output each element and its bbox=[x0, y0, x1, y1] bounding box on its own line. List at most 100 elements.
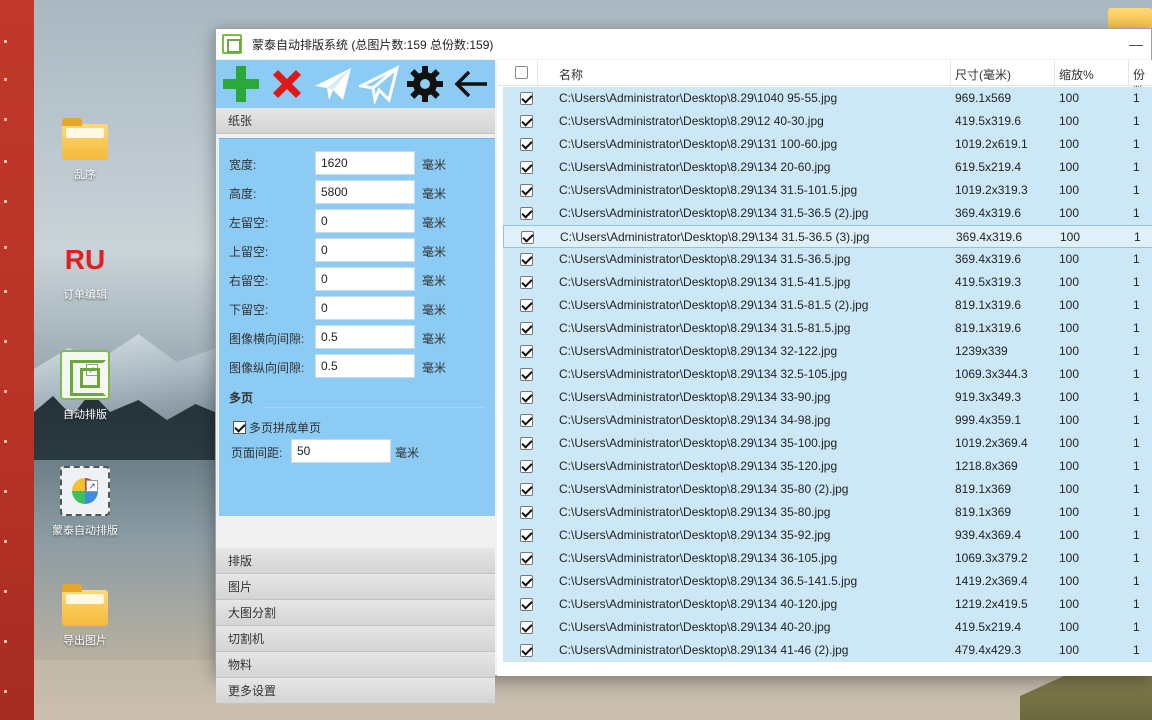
desktop-icon-folder-shuffle[interactable]: 乱序 bbox=[30, 118, 140, 182]
row-checkbox[interactable] bbox=[520, 391, 533, 404]
row-checkbox[interactable] bbox=[520, 207, 533, 220]
row-checkbox[interactable] bbox=[520, 161, 533, 174]
table-row[interactable]: C:\Users\Administrator\Desktop\8.29\134 … bbox=[503, 294, 1152, 317]
column-header-size[interactable]: 尺寸(毫米) bbox=[955, 66, 1011, 83]
unit-label: 毫米 bbox=[395, 446, 420, 460]
row-checkbox[interactable] bbox=[520, 506, 533, 519]
field-label: 下留空: bbox=[229, 303, 269, 317]
column-header-scale[interactable]: 缩放% bbox=[1059, 66, 1094, 83]
cell-size: 369.4x319.6 bbox=[955, 206, 1022, 220]
h-gap-input[interactable]: 0.5 bbox=[315, 325, 415, 349]
field-label: 宽度: bbox=[229, 158, 257, 172]
section-split[interactable]: 大图分割 bbox=[216, 600, 495, 626]
page-gap-input[interactable]: 50 bbox=[291, 439, 391, 463]
row-checkbox[interactable] bbox=[520, 368, 533, 381]
send-alt-button[interactable] bbox=[356, 62, 402, 106]
row-checkbox[interactable] bbox=[520, 299, 533, 312]
row-checkbox[interactable] bbox=[520, 414, 533, 427]
table-row[interactable]: C:\Users\Administrator\Desktop\8.29\134 … bbox=[503, 271, 1152, 294]
table-row[interactable]: C:\Users\Administrator\Desktop\8.29\134 … bbox=[503, 547, 1152, 570]
width-input[interactable]: 1620 bbox=[315, 151, 415, 175]
cell-size: 819.1x319.6 bbox=[955, 298, 1022, 312]
desktop-icon-export-folder[interactable]: 导出图片 bbox=[30, 584, 140, 648]
cell-copies: 1 bbox=[1133, 597, 1140, 611]
section-layout[interactable]: 排版 bbox=[216, 548, 495, 574]
add-button[interactable] bbox=[218, 62, 264, 106]
column-header-name[interactable]: 名称 bbox=[559, 66, 583, 83]
row-checkbox[interactable] bbox=[520, 483, 533, 496]
table-row[interactable]: C:\Users\Administrator\Desktop\8.29\134 … bbox=[503, 156, 1152, 179]
remove-button[interactable] bbox=[264, 62, 310, 106]
field-top-margin: 上留空: 0 毫米 bbox=[229, 238, 489, 262]
table-row[interactable]: C:\Users\Administrator\Desktop\8.29\134 … bbox=[503, 340, 1152, 363]
table-row[interactable]: C:\Users\Administrator\Desktop\8.29\134 … bbox=[503, 248, 1152, 271]
table-row[interactable]: C:\Users\Administrator\Desktop\8.29\134 … bbox=[503, 386, 1152, 409]
section-images[interactable]: 图片 bbox=[216, 574, 495, 600]
row-checkbox[interactable] bbox=[520, 529, 533, 542]
minimize-button[interactable]: — bbox=[1123, 29, 1149, 59]
desktop-icon-auto-layout[interactable]: ↗ 自动排版 bbox=[30, 350, 140, 422]
cell-size: 1069.3x379.2 bbox=[955, 551, 1028, 565]
send-button[interactable] bbox=[310, 62, 356, 106]
settings-button[interactable] bbox=[402, 62, 448, 106]
table-row[interactable]: C:\Users\Administrator\Desktop\8.29\134 … bbox=[503, 363, 1152, 386]
row-checkbox[interactable] bbox=[520, 345, 533, 358]
select-all-checkbox[interactable] bbox=[515, 66, 528, 79]
desktop-icon-ru-app[interactable]: RU 订单编辑 bbox=[30, 240, 140, 302]
table-row[interactable]: C:\Users\Administrator\Desktop\8.29\134 … bbox=[503, 616, 1152, 639]
table-row[interactable]: C:\Users\Administrator\Desktop\8.29\134 … bbox=[503, 524, 1152, 547]
multipage-checkbox[interactable] bbox=[233, 421, 246, 434]
table-row[interactable]: C:\Users\Administrator\Desktop\8.29\134 … bbox=[503, 455, 1152, 478]
row-checkbox[interactable] bbox=[520, 322, 533, 335]
section-paper-header[interactable]: 纸张 bbox=[216, 108, 495, 134]
table-row[interactable]: C:\Users\Administrator\Desktop\8.29\1040… bbox=[503, 87, 1152, 110]
row-checkbox[interactable] bbox=[520, 552, 533, 565]
multipage-checkbox-row[interactable]: 多页拼成单页 bbox=[233, 419, 321, 436]
row-checkbox[interactable] bbox=[520, 253, 533, 266]
table-row[interactable]: C:\Users\Administrator\Desktop\8.29\134 … bbox=[503, 432, 1152, 455]
table-row[interactable]: C:\Users\Administrator\Desktop\8.29\134 … bbox=[503, 225, 1152, 248]
row-checkbox[interactable] bbox=[520, 115, 533, 128]
row-checkbox[interactable] bbox=[520, 598, 533, 611]
row-checkbox[interactable] bbox=[520, 644, 533, 657]
right-margin-input[interactable]: 0 bbox=[315, 267, 415, 291]
unit-label: 毫米 bbox=[422, 274, 447, 288]
table-row[interactable]: C:\Users\Administrator\Desktop\8.29\134 … bbox=[503, 409, 1152, 432]
row-checkbox[interactable] bbox=[520, 138, 533, 151]
row-checkbox[interactable] bbox=[521, 231, 534, 244]
table-row[interactable]: C:\Users\Administrator\Desktop\8.29\134 … bbox=[503, 202, 1152, 225]
row-checkbox[interactable] bbox=[520, 621, 533, 634]
table-row[interactable]: C:\Users\Administrator\Desktop\8.29\134 … bbox=[503, 570, 1152, 593]
table-row[interactable]: C:\Users\Administrator\Desktop\8.29\134 … bbox=[503, 478, 1152, 501]
row-checkbox[interactable] bbox=[520, 92, 533, 105]
desktop-icon-mengtai[interactable]: ↗ 蒙泰自动排版 bbox=[30, 466, 140, 538]
table-row[interactable]: C:\Users\Administrator\Desktop\8.29\134 … bbox=[503, 501, 1152, 524]
left-margin-input[interactable]: 0 bbox=[315, 209, 415, 233]
send-outline-icon bbox=[359, 65, 399, 104]
row-checkbox[interactable] bbox=[520, 575, 533, 588]
v-gap-input[interactable]: 0.5 bbox=[315, 354, 415, 378]
row-checkbox[interactable] bbox=[520, 437, 533, 450]
table-row[interactable]: C:\Users\Administrator\Desktop\8.29\134 … bbox=[503, 317, 1152, 340]
height-input[interactable]: 5800 bbox=[315, 180, 415, 204]
table-row[interactable]: C:\Users\Administrator\Desktop\8.29\131 … bbox=[503, 133, 1152, 156]
top-margin-input[interactable]: 0 bbox=[315, 238, 415, 262]
bottom-margin-input[interactable]: 0 bbox=[315, 296, 415, 320]
table-row[interactable]: C:\Users\Administrator\Desktop\8.29\134 … bbox=[503, 639, 1152, 662]
back-button[interactable] bbox=[448, 62, 494, 106]
cell-copies: 1 bbox=[1133, 160, 1140, 174]
cell-name: C:\Users\Administrator\Desktop\8.29\134 … bbox=[559, 183, 858, 197]
cell-name: C:\Users\Administrator\Desktop\8.29\131 … bbox=[559, 137, 838, 151]
table-row[interactable]: C:\Users\Administrator\Desktop\8.29\134 … bbox=[503, 593, 1152, 616]
section-more-settings[interactable]: 更多设置 bbox=[216, 678, 495, 704]
section-material[interactable]: 物料 bbox=[216, 652, 495, 678]
row-checkbox[interactable] bbox=[520, 460, 533, 473]
title-bar[interactable]: 蒙泰自动排版系统 (总图片数:159 总份数:159) — bbox=[216, 29, 1151, 59]
table-row[interactable]: C:\Users\Administrator\Desktop\8.29\12 4… bbox=[503, 110, 1152, 133]
row-checkbox[interactable] bbox=[520, 276, 533, 289]
row-checkbox[interactable] bbox=[520, 184, 533, 197]
paper-settings: 宽度: 1620 毫米 高度: 5800 毫米 左留空: 0 毫米 上留空: 0… bbox=[219, 138, 495, 516]
cell-name: C:\Users\Administrator\Desktop\8.29\134 … bbox=[559, 321, 851, 335]
section-cutter[interactable]: 切割机 bbox=[216, 626, 495, 652]
table-row[interactable]: C:\Users\Administrator\Desktop\8.29\134 … bbox=[503, 179, 1152, 202]
